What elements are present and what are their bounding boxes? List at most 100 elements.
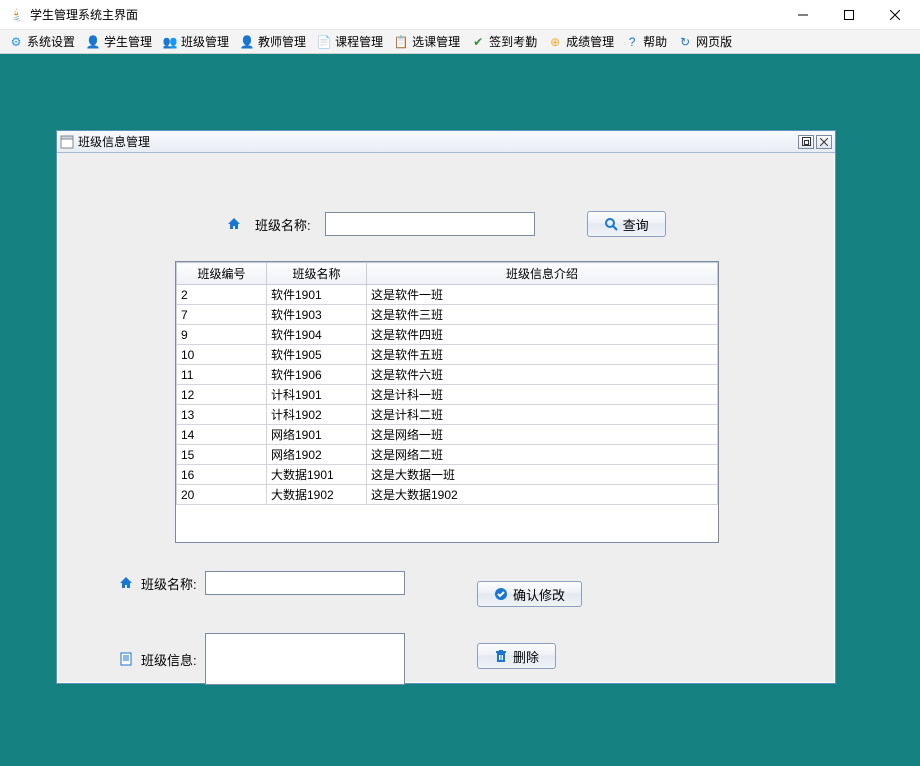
- table-cell: 这是软件五班: [367, 345, 718, 365]
- table-row[interactable]: 2软件1901这是软件一班: [177, 285, 718, 305]
- table-row[interactable]: 11软件1906这是软件六班: [177, 365, 718, 385]
- class-icon: 👥: [162, 34, 178, 50]
- table-row[interactable]: 10软件1905这是软件五班: [177, 345, 718, 365]
- table-cell: 网络1902: [267, 445, 367, 465]
- confirm-edit-button[interactable]: 确认修改: [477, 581, 582, 607]
- menu-class[interactable]: 👥班级管理: [158, 31, 233, 52]
- table-cell: 这是软件四班: [367, 325, 718, 345]
- delete-button[interactable]: 删除: [477, 643, 556, 669]
- table-cell: 这是大数据一班: [367, 465, 718, 485]
- menu-student[interactable]: 👤学生管理: [81, 31, 156, 52]
- check-circle-icon: [494, 587, 508, 601]
- elective-icon: 📋: [393, 34, 409, 50]
- menu-help[interactable]: ?帮助: [620, 31, 671, 52]
- search-row: 班级名称: 查询: [227, 211, 666, 237]
- internal-close-button[interactable]: [816, 135, 832, 149]
- attendance-icon: ✔: [470, 34, 486, 50]
- close-button[interactable]: [872, 0, 918, 30]
- table-row[interactable]: 13计科1902这是计科二班: [177, 405, 718, 425]
- menu-system[interactable]: ⚙系统设置: [4, 31, 79, 52]
- menu-web[interactable]: ↻网页版: [673, 31, 736, 52]
- class-table[interactable]: 班级编号班级名称班级信息介绍 2软件1901这是软件一班7软件1903这是软件三…: [176, 262, 718, 505]
- table-cell: 软件1904: [267, 325, 367, 345]
- table-row[interactable]: 14网络1901这是网络一班: [177, 425, 718, 445]
- table-cell: 计科1901: [267, 385, 367, 405]
- table-cell: 大数据1902: [267, 485, 367, 505]
- minimize-button[interactable]: [780, 0, 826, 30]
- course-icon: 📄: [316, 34, 332, 50]
- table-header[interactable]: 班级编号: [177, 263, 267, 285]
- table-row[interactable]: 7软件1903这是软件三班: [177, 305, 718, 325]
- search-label: 班级名称:: [255, 215, 311, 234]
- table-cell: 这是网络二班: [367, 445, 718, 465]
- table-cell: 这是大数据1902: [367, 485, 718, 505]
- window-icon: [60, 135, 74, 149]
- table-cell: 14: [177, 425, 267, 445]
- table-row[interactable]: 9软件1904这是软件四班: [177, 325, 718, 345]
- web-icon: ↻: [677, 34, 693, 50]
- table-cell: 16: [177, 465, 267, 485]
- house-icon: [119, 576, 133, 590]
- internal-window-title: 班级信息管理: [78, 133, 798, 150]
- table-cell: 9: [177, 325, 267, 345]
- edit-info-textarea[interactable]: [205, 633, 405, 685]
- search-button[interactable]: 查询: [587, 211, 666, 237]
- teacher-icon: 👤: [239, 34, 255, 50]
- search-input[interactable]: [325, 212, 535, 236]
- edit-name-row: 班级名称:: [119, 571, 405, 595]
- menu-elective[interactable]: 📋选课管理: [389, 31, 464, 52]
- table-cell: 大数据1901: [267, 465, 367, 485]
- table-cell: 软件1906: [267, 365, 367, 385]
- edit-name-label: 班级名称:: [141, 574, 197, 593]
- table-cell: 这是计科二班: [367, 405, 718, 425]
- edit-name-input[interactable]: [205, 571, 405, 595]
- grade-icon: ⊕: [547, 34, 563, 50]
- menu-attendance[interactable]: ✔签到考勤: [466, 31, 541, 52]
- table-cell: 这是网络一班: [367, 425, 718, 445]
- trash-icon: [494, 649, 508, 663]
- table-cell: 计科1902: [267, 405, 367, 425]
- table-cell: 这是软件一班: [367, 285, 718, 305]
- edit-info-row: 班级信息:: [119, 633, 405, 685]
- table-row[interactable]: 16大数据1901这是大数据一班: [177, 465, 718, 485]
- table-row[interactable]: 20大数据1902这是大数据1902: [177, 485, 718, 505]
- table-cell: 15: [177, 445, 267, 465]
- table-cell: 网络1901: [267, 425, 367, 445]
- table-cell: 软件1903: [267, 305, 367, 325]
- internal-window-class-info: 班级信息管理 班级名称: 查询 班级编号班级名称班级信息介绍 2软件1901这是…: [56, 130, 836, 684]
- internal-window-body: 班级名称: 查询 班级编号班级名称班级信息介绍 2软件1901这是软件一班7软件…: [57, 153, 835, 683]
- table-cell: 10: [177, 345, 267, 365]
- window-title: 学生管理系统主界面: [30, 6, 780, 23]
- student-icon: 👤: [85, 34, 101, 50]
- menu-teacher[interactable]: 👤教师管理: [235, 31, 310, 52]
- edit-info-label: 班级信息:: [141, 650, 197, 669]
- table-cell: 这是软件三班: [367, 305, 718, 325]
- menu-grade[interactable]: ⊕成绩管理: [543, 31, 618, 52]
- table-cell: 2: [177, 285, 267, 305]
- menubar: ⚙系统设置 👤学生管理 👥班级管理 👤教师管理 📄课程管理 📋选课管理 ✔签到考…: [0, 30, 920, 54]
- table-cell: 这是软件六班: [367, 365, 718, 385]
- class-table-wrap: 班级编号班级名称班级信息介绍 2软件1901这是软件一班7软件1903这是软件三…: [175, 261, 719, 543]
- table-header[interactable]: 班级信息介绍: [367, 263, 718, 285]
- table-cell: 12: [177, 385, 267, 405]
- maximize-button[interactable]: [826, 0, 872, 30]
- document-icon: [119, 652, 133, 666]
- java-icon: [8, 7, 24, 23]
- table-row[interactable]: 15网络1902这是网络二班: [177, 445, 718, 465]
- internal-window-titlebar[interactable]: 班级信息管理: [57, 131, 835, 153]
- table-cell: 软件1905: [267, 345, 367, 365]
- table-row[interactable]: 12计科1901这是计科一班: [177, 385, 718, 405]
- mdi-desktop: 班级信息管理 班级名称: 查询 班级编号班级名称班级信息介绍 2软件1901这是…: [0, 54, 920, 766]
- table-cell: 20: [177, 485, 267, 505]
- table-header[interactable]: 班级名称: [267, 263, 367, 285]
- window-titlebar: 学生管理系统主界面: [0, 0, 920, 30]
- table-cell: 7: [177, 305, 267, 325]
- table-cell: 软件1901: [267, 285, 367, 305]
- table-cell: 这是计科一班: [367, 385, 718, 405]
- internal-maximize-button[interactable]: [798, 135, 814, 149]
- help-icon: ?: [624, 34, 640, 50]
- magnifier-icon: [604, 217, 618, 231]
- table-cell: 11: [177, 365, 267, 385]
- menu-course[interactable]: 📄课程管理: [312, 31, 387, 52]
- gear-icon: ⚙: [8, 34, 24, 50]
